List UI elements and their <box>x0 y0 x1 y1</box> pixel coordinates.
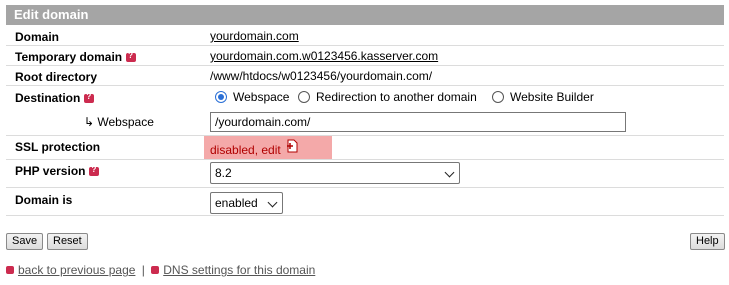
arrow-icon <box>6 266 14 274</box>
radio-website-builder[interactable]: Website Builder <box>492 90 594 104</box>
section-header: Edit domain <box>6 5 724 25</box>
help-icon[interactable] <box>126 51 137 62</box>
ssl-label: SSL protection <box>15 140 101 154</box>
domain-label: Domain <box>15 30 60 44</box>
help-button[interactable]: Help <box>690 233 725 250</box>
webspace-path-input[interactable]: /yourdomain.com/ <box>210 112 626 132</box>
radio-checked-icon[interactable] <box>215 91 227 103</box>
radio-redirection[interactable]: Redirection to another domain <box>298 90 477 104</box>
php-label: PHP version <box>15 164 100 178</box>
row-domain-status: Domain is enabled <box>6 188 724 216</box>
row-php: PHP version 8.2 <box>6 160 724 188</box>
footer-links: back to previous page | DNS settings for… <box>6 263 315 277</box>
ssl-status-box: disabled, edit <box>204 136 332 159</box>
destination-label: Destination <box>15 91 95 105</box>
reset-button[interactable]: Reset <box>47 233 88 250</box>
row-root-dir: Root directory /www/htdocs/w0123456/your… <box>6 66 724 86</box>
arrow-icon <box>151 266 160 274</box>
row-ssl: SSL protection disabled, edit <box>6 136 724 160</box>
root-dir-value: /www/htdocs/w0123456/yourdomain.com/ <box>210 69 433 83</box>
add-document-icon[interactable] <box>286 139 298 153</box>
chevron-down-icon <box>267 197 278 208</box>
webspace-label: ↳ Webspace <box>84 115 154 129</box>
section-title: Edit domain <box>14 7 89 22</box>
temp-domain-label: Temporary domain <box>15 50 137 64</box>
dns-settings-link[interactable]: DNS settings for this domain <box>163 263 315 277</box>
domain-status-select[interactable]: enabled <box>210 192 283 214</box>
chevron-down-icon <box>444 167 455 178</box>
radio-unchecked-icon[interactable] <box>298 91 310 103</box>
radio-unchecked-icon[interactable] <box>492 91 504 103</box>
save-button[interactable]: Save <box>6 233 44 250</box>
row-destination: Destination Webspace Redirection to anot… <box>6 86 724 110</box>
help-icon[interactable] <box>84 92 95 103</box>
domain-is-label: Domain is <box>15 193 73 207</box>
temp-domain-link[interactable]: yourdomain.com.w0123456.kasserver.com <box>210 49 438 63</box>
radio-webspace[interactable]: Webspace <box>215 90 289 104</box>
help-icon[interactable] <box>89 165 100 176</box>
row-webspace: ↳ Webspace /yourdomain.com/ <box>6 110 724 136</box>
php-version-select[interactable]: 8.2 <box>210 162 460 184</box>
row-temp-domain: Temporary domain yourdomain.com.w0123456… <box>6 46 724 66</box>
ssl-edit-link[interactable]: disabled, edit <box>210 143 281 157</box>
row-domain: Domain yourdomain.com <box>6 26 724 46</box>
domain-link[interactable]: yourdomain.com <box>210 29 299 43</box>
root-dir-label: Root directory <box>15 70 98 84</box>
back-link[interactable]: back to previous page <box>18 263 135 277</box>
separator: | <box>141 263 145 277</box>
